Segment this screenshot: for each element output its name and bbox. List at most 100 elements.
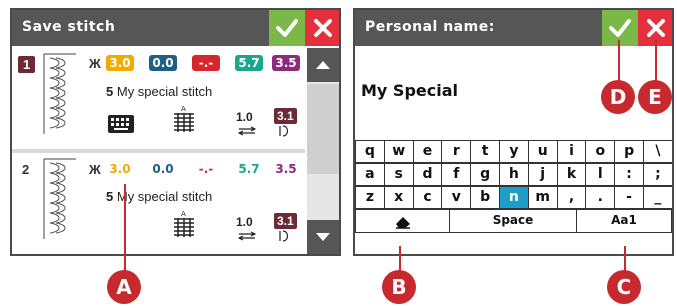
length-arrows-icon [238,126,256,136]
personal-name-titlebar: Personal name: [355,10,672,46]
triangle-down-icon [316,233,330,241]
stitch-name: 5 My special stitch [106,84,212,99]
stitch-pattern-icon [43,158,76,239]
key-2-6[interactable]: m [527,186,558,209]
personal-name-dialog: Personal name: My Special q w e r t y u i o p \ a s d… [353,8,674,256]
stitch-number: 1 [18,56,36,73]
stitch-length-value: 5.7 [235,55,263,71]
key-1-3[interactable]: f [441,163,472,186]
close-button[interactable] [305,10,339,46]
mirror-icon: Ж [89,56,101,71]
callout-b: B [382,270,416,304]
stitch-slot-number: 5 [106,189,114,204]
x-icon [314,19,332,37]
key-0-5[interactable]: y [499,140,529,163]
stitch-length-value: 5.7 [238,162,260,176]
space-key[interactable]: Space [449,209,577,233]
key-1-10[interactable]: ; [643,163,672,186]
checkmark-icon [276,19,298,37]
key-0-1[interactable]: w [383,140,414,163]
svg-text:A: A [181,105,186,113]
key-2-5[interactable]: n [499,186,529,209]
key-2-8[interactable]: . [585,186,616,209]
key-2-1[interactable]: x [383,186,414,209]
save-stitch-dialog: Save stitch 1 Ж 3.0 0.0 -.- 5.7 3.5 5 My… [10,8,341,256]
density-icon [279,230,289,242]
key-0-8[interactable]: o [585,140,616,163]
stitch-width-value: 3.0 [109,162,131,176]
callout-line-e [655,40,657,82]
on-screen-keyboard: q w e r t y u i o p \ a s d f g h j k l:; z x c v b n m,. - _ Space Aa… [355,140,672,254]
key-1-2[interactable]: d [412,163,443,186]
key-2-2[interactable]: c [412,186,443,209]
x-icon [647,19,665,37]
stitch-balance-value: -.- [192,55,220,71]
key-1-7[interactable]: k [556,163,587,186]
key-0-9[interactable]: p [614,140,644,163]
callout-e: E [638,80,672,114]
stitch-balance-value: -.- [198,162,214,176]
callout-d: D [601,80,635,114]
checkmark-icon [609,19,631,37]
key-1-8[interactable]: l [585,163,616,186]
length-arrows-icon [238,231,256,241]
keyboard-icon[interactable] [107,114,135,134]
key-2-4[interactable]: b [470,186,500,209]
key-2-10[interactable]: _ [643,186,672,209]
triangle-up-icon [316,61,330,69]
key-0-10[interactable]: \ [643,140,672,163]
density-icon [279,125,289,137]
dialog-title: Save stitch [22,19,116,35]
key-2-7[interactable]: , [556,186,587,209]
key-1-5[interactable]: h [499,163,529,186]
key-1-0[interactable]: a [355,163,385,186]
key-2-9[interactable]: - [614,186,644,209]
callout-line-a [124,184,126,272]
key-2-0[interactable]: z [355,186,385,209]
stitch-name: 5 My special stitch [106,189,212,204]
stitch-position-value: 0.0 [149,55,177,71]
stitch-list-scrollbar[interactable] [307,48,339,254]
stitch-width-value: 3.0 [106,55,134,71]
length-value: 1.0 [236,215,253,229]
key-0-7[interactable]: i [556,140,587,163]
dialog-title: Personal name: [365,19,495,35]
length-value: 1.0 [236,110,253,124]
backspace-button[interactable] [355,209,450,233]
key-1-4[interactable]: g [470,163,500,186]
stitch-position-value: 0.0 [152,162,174,176]
keyboard-mode-key[interactable]: Aa1 [576,209,672,233]
stitch-row-2[interactable]: 2 Ж 3.0 0.0 -.- 5.7 3.5 5 My special sti… [12,153,305,249]
personal-name-field[interactable]: My Special [361,81,458,100]
stitch-name-text: My special stitch [116,84,213,99]
scroll-up-button[interactable] [307,48,339,82]
key-1-1[interactable]: s [383,163,414,186]
save-stitch-titlebar: Save stitch [12,10,339,46]
confirm-button[interactable] [602,10,638,46]
key-0-3[interactable]: r [441,140,472,163]
stitch-name-text: My special stitch [116,189,213,204]
callout-c: C [607,270,641,304]
key-0-4[interactable]: t [470,140,500,163]
scroll-thumb[interactable] [307,84,339,174]
confirm-button[interactable] [269,10,305,46]
stitch-density-value: 3.5 [275,162,297,176]
stitch-number: 2 [22,162,30,177]
key-0-0[interactable]: q [355,140,385,163]
key-2-3[interactable]: v [441,186,472,209]
stitch-row-1[interactable]: 1 Ж 3.0 0.0 -.- 5.7 3.5 5 My special sti… [12,48,305,144]
stitch-pattern-icon [43,53,76,134]
svg-text:A: A [181,210,186,218]
density-badge: 3.1 [274,213,297,229]
key-1-9[interactable]: : [614,163,644,186]
stitch-slot-number: 5 [106,84,114,99]
callout-a: A [107,270,141,304]
stitch-width-icon: A [174,210,194,237]
key-0-2[interactable]: e [412,140,443,163]
key-1-6[interactable]: j [527,163,558,186]
key-0-6[interactable]: u [527,140,558,163]
stitch-width-icon: A [174,105,194,132]
mirror-icon: Ж [89,162,101,177]
scroll-down-button[interactable] [307,220,339,254]
density-badge: 3.1 [274,108,297,124]
